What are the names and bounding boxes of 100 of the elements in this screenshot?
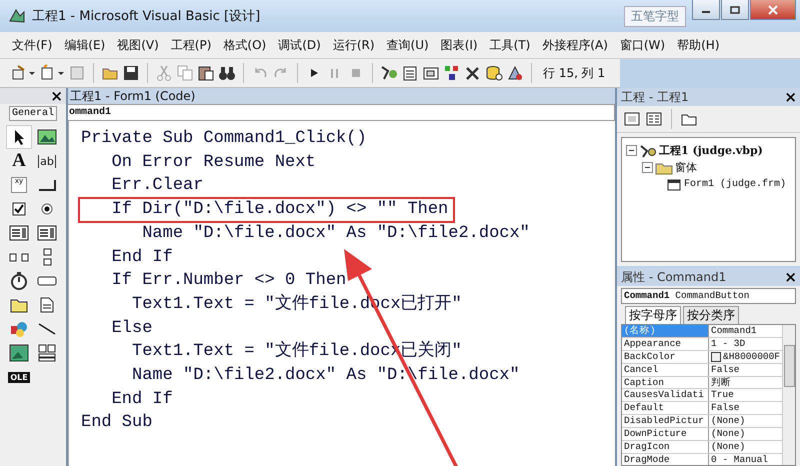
property-name[interactable]: DownPicture (622, 428, 709, 440)
menu-item[interactable]: 查询(U) (380, 36, 435, 54)
object-dropdown[interactable]: Command1 CommandButton (621, 288, 796, 304)
image-icon (9, 344, 29, 362)
close-button[interactable]: × (781, 89, 800, 105)
data-control-icon (37, 344, 57, 362)
horizontal-scrollbar-icon (9, 251, 29, 263)
tree-item[interactable]: 工程1 (judge.vbp) (659, 143, 763, 158)
scrollbar[interactable] (782, 325, 795, 465)
property-value[interactable]: 0 - Manual (711, 454, 768, 465)
property-value[interactable]: (None) (711, 428, 746, 440)
property-value[interactable]: Command1 (711, 325, 757, 337)
pointer-tool[interactable] (6, 125, 32, 149)
maximize-button[interactable] (721, 0, 749, 20)
property-value[interactable]: False (711, 364, 740, 376)
properties-tab[interactable]: 按字母序 (625, 306, 681, 324)
highlighted-code-line: If Dir("D:\file.docx") <> "" Then (79, 198, 454, 222)
picture-icon (37, 129, 57, 145)
checkbox-icon (12, 202, 26, 216)
expander-icon[interactable] (626, 145, 637, 156)
property-name[interactable]: Default (622, 402, 709, 414)
panel-title: 工程 - 工程1 (621, 88, 689, 106)
view-code-icon[interactable] (623, 111, 641, 127)
property-value[interactable]: &H8000000F (723, 350, 780, 363)
close-button[interactable]: × (781, 269, 800, 285)
save-icon[interactable] (122, 64, 140, 82)
label-tool[interactable]: A (6, 149, 32, 173)
code-window-title: 工程1 - Form1 (Code) (70, 89, 196, 103)
drive-list-icon (37, 275, 57, 287)
property-name[interactable]: DragIcon (622, 441, 709, 453)
panel-title: 属性 - Command1 (621, 268, 726, 286)
expander-icon[interactable] (642, 162, 653, 173)
add-form-icon[interactable] (39, 64, 65, 82)
general-tab[interactable]: General (8, 106, 57, 121)
property-name[interactable]: Caption (622, 376, 709, 388)
menu-item[interactable]: 帮助(H) (671, 36, 726, 54)
object-dropdown[interactable]: ommand1 (68, 104, 615, 121)
view-object-icon[interactable] (645, 111, 663, 127)
code-line: Private Sub Command1_Click() (80, 128, 368, 150)
code-line: End Sub (80, 412, 154, 434)
property-name[interactable]: CausesValidati (622, 389, 709, 402)
property-name[interactable]: Appearance (622, 338, 709, 350)
properties-tab[interactable]: 按分类序 (683, 306, 739, 324)
shapes-icon (10, 321, 28, 337)
ole-tool[interactable]: OLE (6, 365, 32, 389)
code-line: On Error Resume Next (110, 152, 317, 174)
property-value[interactable]: (None) (711, 441, 746, 453)
property-name[interactable]: DisabledPictur (622, 415, 709, 428)
vertical-scrollbar-icon (41, 248, 53, 266)
code-line: End If (110, 246, 174, 269)
form-icon (666, 178, 682, 192)
menu-item[interactable]: 文件(F) (6, 36, 58, 54)
code-line: If Err.Number <> 0 Then (110, 270, 348, 292)
paste-icon[interactable] (197, 64, 215, 82)
property-value[interactable]: True (711, 389, 734, 402)
code-line: Else (110, 318, 154, 340)
list-icon (37, 225, 57, 241)
minimize-button[interactable] (692, 0, 720, 20)
menu-item[interactable]: 运行(R) (326, 36, 381, 54)
tree-item[interactable]: 窗体 (675, 160, 697, 175)
menu-item[interactable]: 格式(O) (217, 36, 272, 54)
ime-badge[interactable]: 五笔字型 (624, 6, 686, 26)
window-title: 工程1 - Microsoft Visual Basic [设计] (32, 8, 262, 25)
tree-item[interactable]: Form1 (judge.frm) (684, 179, 786, 190)
document-icon (40, 297, 54, 313)
property-value[interactable]: (None) (711, 415, 746, 428)
menu-item[interactable]: 外接程序(A) (536, 36, 614, 54)
close-icon (768, 4, 778, 14)
folder-icon (10, 297, 28, 313)
line-icon (38, 322, 56, 336)
menu-item[interactable]: 工具(T) (484, 36, 536, 54)
property-name[interactable]: DragMode (622, 454, 709, 465)
menu-item[interactable]: 窗口(W) (614, 36, 672, 54)
menu-item[interactable]: 图表(I) (434, 36, 484, 54)
menu-item[interactable]: 视图(V) (111, 36, 165, 54)
textbox-tool[interactable]: ab (34, 149, 60, 173)
menu-item[interactable]: 工程(P) (164, 36, 218, 54)
project-icon (639, 142, 657, 158)
property-name[interactable]: BackColor (622, 350, 709, 363)
property-name[interactable]: Cancel (622, 364, 709, 376)
code-line: End If (110, 388, 174, 411)
add-project-icon[interactable] (10, 64, 36, 82)
menu-item[interactable]: 调试(D) (272, 36, 327, 54)
menu-item[interactable]: 编辑(E) (58, 36, 112, 54)
command-button-icon (37, 178, 57, 192)
property-value[interactable]: 判断 (711, 376, 731, 388)
list-icon (9, 225, 29, 241)
app-icon (8, 7, 26, 25)
binoculars-icon[interactable] (218, 64, 236, 82)
close-button[interactable] (750, 0, 796, 20)
maximize-icon (730, 6, 740, 14)
code-line: Err.Clear (110, 175, 204, 198)
property-value[interactable]: 1 - 3D (711, 338, 746, 350)
cursor-position: 行 15, 列 1 (543, 64, 606, 82)
properties-icon[interactable] (401, 64, 419, 82)
code-line: Name "D:\file.docx" As "D:\file2.docx" (141, 222, 531, 245)
stopwatch-icon (10, 272, 28, 290)
radio-icon (40, 202, 54, 216)
property-value[interactable]: False (711, 402, 740, 414)
database-icon[interactable] (485, 64, 503, 82)
